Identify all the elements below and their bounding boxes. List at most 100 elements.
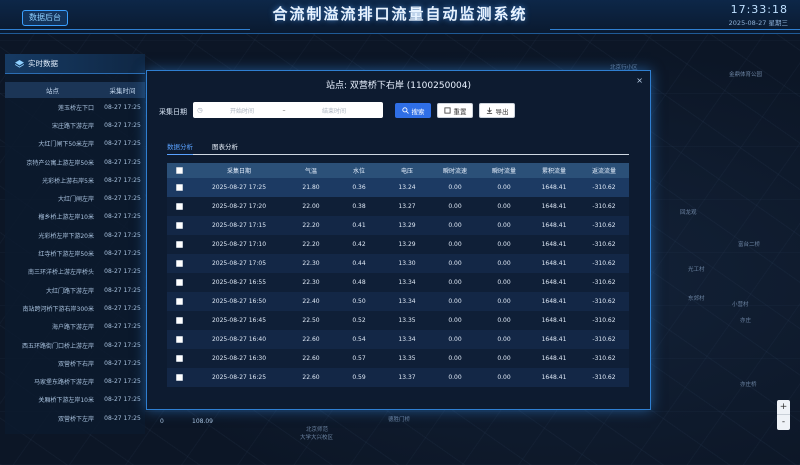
zoom-in-button[interactable]: + — [777, 400, 790, 415]
col-header[interactable]: 瞬时流速 — [431, 163, 479, 178]
realtime-row[interactable]: 莲玉桥左下口 08-27 17:25 — [5, 98, 145, 116]
table-row[interactable]: 2025-08-27 16:25 22.60 0.59 13.37 0.00 0.00 16… — [167, 368, 629, 387]
map-zoom-control: + - — [777, 400, 790, 430]
select-all-checkbox[interactable] — [175, 167, 183, 174]
realtime-time: 08-27 17:25 — [104, 195, 141, 203]
table-cell: 0.00 — [479, 216, 529, 235]
map-label: 回龙观 — [680, 210, 697, 216]
table-cell: 1648.41 — [529, 368, 579, 387]
table-row[interactable]: 2025-08-27 17:20 22.00 0.38 13.27 0.00 0.00 16… — [167, 197, 629, 216]
realtime-row[interactable]: 西五环路街门口桥上游左岸 08-27 17:25 — [5, 336, 145, 354]
table-row[interactable]: 2025-08-27 16:40 22.60 0.54 13.34 0.00 0.00 16… — [167, 330, 629, 349]
realtime-row[interactable]: 京特产公寓上游左岸50米 08-27 17:25 — [5, 153, 145, 171]
close-icon[interactable]: × — [636, 76, 643, 85]
tab-chart-analysis[interactable]: 图表分析 — [212, 141, 238, 151]
realtime-row[interactable]: 海户路下游左岸 08-27 17:25 — [5, 318, 145, 336]
table-cell: -310.62 — [579, 273, 629, 292]
table-cell: 0.57 — [335, 349, 383, 368]
realtime-station: 大红门闸下50米左岸 — [38, 141, 94, 149]
table-cell: 2025-08-27 16:45 — [191, 311, 287, 330]
header: 数据后台 合流制溢流排口流量自动监测系统 17:33:18 2025-08-27… — [0, 0, 800, 34]
table-cell: 0.48 — [335, 273, 383, 292]
realtime-row[interactable]: 马家堡东路桥下游左岸 08-27 17:25 — [5, 372, 145, 390]
col-header[interactable]: 气温 — [287, 163, 335, 178]
realtime-row[interactable]: 光彩桥上游右岸5米 08-27 17:25 — [5, 171, 145, 189]
start-time-input[interactable]: 开始时间 — [207, 106, 277, 115]
table-cell: -310.62 — [579, 311, 629, 330]
table-row[interactable]: 2025-08-27 17:05 22.30 0.44 13.30 0.00 0.00 16… — [167, 254, 629, 273]
map-label: 东郊村 — [688, 296, 705, 302]
table-cell: 2025-08-27 16:55 — [191, 273, 287, 292]
table-cell: 2025-08-27 16:30 — [191, 349, 287, 368]
col-header[interactable]: 瞬时流量 — [479, 163, 529, 178]
realtime-row[interactable]: 南站跨河桥下游右岸300米 08-27 17:25 — [5, 299, 145, 317]
table-row[interactable]: 2025-08-27 16:50 22.40 0.50 13.34 0.00 0.00 16… — [167, 292, 629, 311]
realtime-row[interactable]: 双营桥下左岸 08-27 17:25 — [5, 409, 145, 427]
row-checkbox[interactable] — [175, 203, 183, 210]
col-header[interactable]: 采集日期 — [191, 163, 287, 178]
zoom-out-button[interactable]: - — [777, 415, 790, 430]
table-row[interactable]: 2025-08-27 16:30 22.60 0.57 13.35 0.00 0.00 16… — [167, 349, 629, 368]
row-select-cell — [167, 254, 191, 273]
table-row[interactable]: 2025-08-27 17:10 22.20 0.42 13.29 0.00 0.00 16… — [167, 235, 629, 254]
back-button[interactable]: 数据后台 — [22, 10, 68, 26]
layers-icon — [15, 59, 24, 68]
row-checkbox[interactable] — [175, 241, 183, 248]
realtime-row[interactable]: 关厢桥下游左岸10米 08-27 17:25 — [5, 391, 145, 409]
row-checkbox[interactable] — [175, 317, 183, 324]
clock-icon: ◷ — [197, 106, 203, 114]
col-header[interactable]: 电压 — [383, 163, 431, 178]
tab-data-analysis[interactable]: 数据分析 — [167, 141, 193, 155]
row-select-cell — [167, 273, 191, 292]
row-checkbox[interactable] — [175, 355, 183, 362]
table-cell: 13.30 — [383, 254, 431, 273]
table-cell: 22.30 — [287, 273, 335, 292]
row-checkbox[interactable] — [175, 298, 183, 305]
row-checkbox[interactable] — [175, 222, 183, 229]
row-checkbox[interactable] — [175, 184, 183, 191]
row-select-cell — [167, 311, 191, 330]
row-checkbox[interactable] — [175, 374, 183, 381]
realtime-time: 08-27 17:25 — [104, 213, 141, 221]
row-checkbox[interactable] — [175, 260, 183, 267]
date-filter-label: 采集日期 — [159, 108, 187, 116]
row-checkbox[interactable] — [175, 279, 183, 286]
table-row[interactable]: 2025-08-27 16:55 22.30 0.48 13.34 0.00 0.00 16… — [167, 273, 629, 292]
realtime-row[interactable]: 大红门路下游左岸 08-27 17:25 — [5, 281, 145, 299]
realtime-row[interactable]: 双营桥下右岸 08-27 17:25 — [5, 354, 145, 372]
table-cell: 2025-08-27 16:25 — [191, 368, 287, 387]
table-row[interactable]: 2025-08-27 16:45 22.50 0.52 13.35 0.00 0.00 16… — [167, 311, 629, 330]
col-header[interactable]: 累积流量 — [529, 163, 579, 178]
col-header[interactable]: 返流流量 — [579, 163, 629, 178]
date-range-picker[interactable]: ◷ 开始时间 – 结束时间 — [193, 102, 383, 118]
realtime-row[interactable]: 大红门闸下50米左岸 08-27 17:25 — [5, 135, 145, 153]
realtime-row[interactable]: 宋庄路下游左岸 08-27 17:25 — [5, 116, 145, 134]
table-row[interactable]: 2025-08-27 17:25 21.80 0.36 13.24 0.00 0.00 16… — [167, 178, 629, 197]
realtime-row[interactable]: 南三环洋桥上游左岸桥头 08-27 17:25 — [5, 263, 145, 281]
table-row[interactable]: 2025-08-27 17:15 22.20 0.41 13.29 0.00 0.00 16… — [167, 216, 629, 235]
row-checkbox[interactable] — [175, 336, 183, 343]
table-cell: 0.00 — [431, 235, 479, 254]
table-cell: 22.50 — [287, 311, 335, 330]
realtime-station: 大红门路下游左岸 — [45, 287, 94, 295]
export-button[interactable]: 导出 — [479, 103, 515, 118]
realtime-row[interactable]: 榴乡桥上游左岸10米 08-27 17:25 — [5, 208, 145, 226]
col-header[interactable]: 水位 — [335, 163, 383, 178]
reset-button[interactable]: 重置 — [437, 103, 473, 118]
row-select-cell — [167, 349, 191, 368]
table-cell: 13.29 — [383, 216, 431, 235]
table-cell: -310.62 — [579, 368, 629, 387]
map-label: 金鼎体育公园 — [729, 72, 763, 78]
table-cell: 0.00 — [479, 254, 529, 273]
realtime-row[interactable]: 红寺桥下游左岸50米 08-27 17:25 — [5, 244, 145, 262]
table-cell: 0.42 — [335, 235, 383, 254]
realtime-row[interactable]: 光彩桥左岸下游20米 08-27 17:25 — [5, 226, 145, 244]
search-button[interactable]: 搜索 — [395, 103, 431, 118]
row-select-cell — [167, 292, 191, 311]
table-cell: -310.62 — [579, 216, 629, 235]
end-time-input[interactable]: 结束时间 — [291, 106, 377, 115]
table-cell: 0.54 — [335, 330, 383, 349]
table-cell: 22.60 — [287, 349, 335, 368]
table-cell: 2025-08-27 16:40 — [191, 330, 287, 349]
realtime-row[interactable]: 大红门闸左岸 08-27 17:25 — [5, 189, 145, 207]
